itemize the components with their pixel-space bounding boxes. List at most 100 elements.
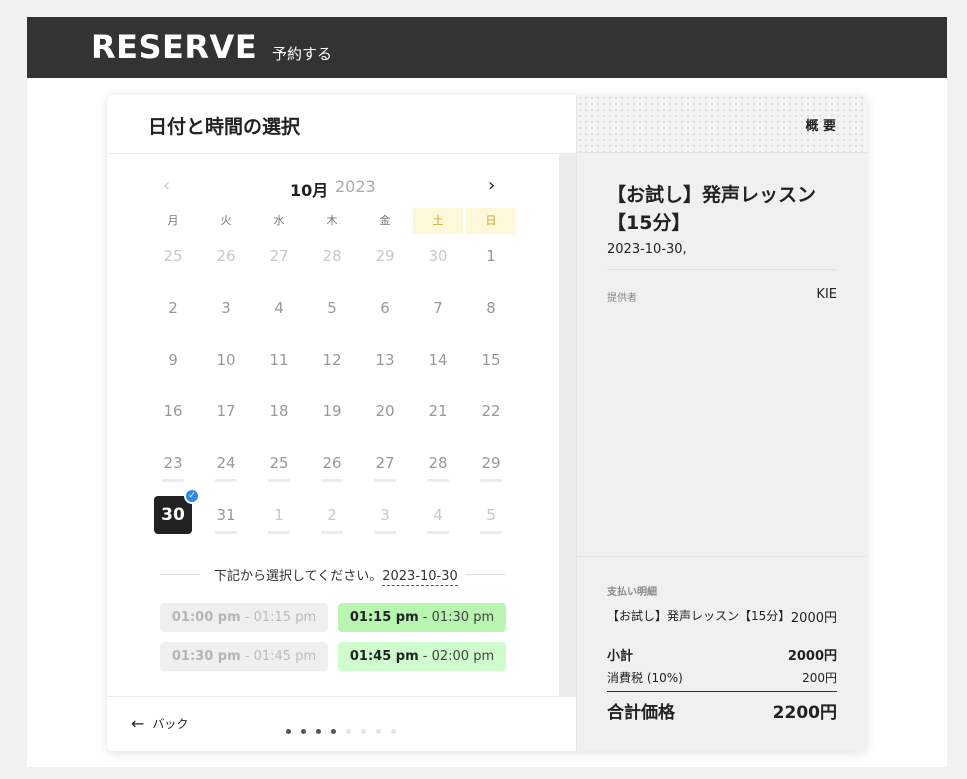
calendar-day[interactable]: 19 xyxy=(313,392,351,430)
calendar-day[interactable]: 23 xyxy=(154,444,192,482)
step-progress xyxy=(286,719,406,738)
calendar-day[interactable]: 28 xyxy=(419,444,457,482)
calendar-day[interactable]: 5 xyxy=(313,289,351,327)
calendar-day[interactable]: 1 xyxy=(260,496,298,534)
selected-date: 2023-10-30 xyxy=(382,569,458,586)
calendar-day[interactable]: 28 xyxy=(313,237,351,275)
calendar-day[interactable]: 25 xyxy=(260,444,298,482)
time-slot-start: 01:15 pm xyxy=(349,610,419,625)
time-slot[interactable]: 01:15 pm - 01:30 pm xyxy=(338,603,506,632)
time-slot-end: 01:30 pm xyxy=(431,610,495,625)
progress-dot xyxy=(346,729,351,734)
time-slot-disabled[interactable]: 01:30 pm - 01:45 pm xyxy=(160,642,328,671)
progress-dot xyxy=(376,729,381,734)
calendar-day[interactable]: 12 xyxy=(313,341,351,379)
calendar-day[interactable]: 20 xyxy=(366,392,404,430)
calendar-day[interactable]: 27 xyxy=(366,444,404,482)
time-slot-end: 01:45 pm xyxy=(253,649,317,664)
total-label: 合計価格 xyxy=(607,703,675,723)
calendar-day[interactable]: 24 xyxy=(207,444,245,482)
back-label: バック xyxy=(152,717,189,731)
calendar-day[interactable]: 11 xyxy=(260,341,298,379)
calendar-day[interactable]: 29 xyxy=(366,237,404,275)
chevron-left-icon[interactable]: ‹ xyxy=(163,175,170,196)
calendar-year: 2023 xyxy=(335,177,376,196)
calendar-day[interactable]: 22 xyxy=(472,392,510,430)
calendar-day[interactable]: 5 xyxy=(472,496,510,534)
back-button[interactable]: ← バック xyxy=(131,713,189,733)
calendar-day[interactable]: 15 xyxy=(472,341,510,379)
tax-value: 200円 xyxy=(802,671,837,685)
calendar-day[interactable]: 10 xyxy=(207,341,245,379)
product-title: 【お試し】発声レッスン【15分】 xyxy=(607,184,817,234)
weekday-label: 日 xyxy=(466,208,516,234)
calendar-day[interactable]: 25 xyxy=(154,237,192,275)
calendar-day[interactable]: 3 xyxy=(366,496,404,534)
nav-reserve-link[interactable]: 予約する xyxy=(272,43,332,64)
divider xyxy=(465,574,505,575)
calendar-day[interactable]: 16 xyxy=(154,392,192,430)
calendar-day[interactable]: 3 xyxy=(207,289,245,327)
logo[interactable]: RESERVE xyxy=(91,28,257,66)
weekday-label: 木 xyxy=(326,214,338,227)
calendar-day[interactable]: 26 xyxy=(207,237,245,275)
weekday-label: 金 xyxy=(379,214,391,227)
scrollbar[interactable] xyxy=(559,154,576,696)
divider xyxy=(107,153,576,154)
calendar-day[interactable]: 9 xyxy=(154,341,192,379)
summary-label: 概 要 xyxy=(805,119,836,134)
calendar-day[interactable]: 4 xyxy=(419,496,457,534)
time-slot[interactable]: 01:45 pm - 02:00 pm xyxy=(338,642,506,671)
calendar-day-selected[interactable]: 30 ✓ xyxy=(154,488,200,534)
calendar-day[interactable]: 27 xyxy=(260,237,298,275)
calendar-day[interactable]: 13 xyxy=(366,341,404,379)
progress-dot xyxy=(361,729,366,734)
select-prompt-text: 下記から選択してください。 xyxy=(214,569,383,584)
calendar-month: 10月 xyxy=(290,181,329,200)
top-bar: RESERVE 予約する xyxy=(27,17,947,78)
calendar-day[interactable]: 4 xyxy=(260,289,298,327)
time-slot-end: 01:15 pm xyxy=(253,610,317,625)
subtotal-label: 小計 xyxy=(607,649,634,664)
time-slot-separator: - xyxy=(418,649,432,664)
chevron-right-icon[interactable]: › xyxy=(488,175,495,196)
calendar-day[interactable]: 6 xyxy=(366,289,404,327)
calendar-day[interactable]: 1 xyxy=(472,237,510,275)
arrow-left-icon: ← xyxy=(131,714,145,733)
divider xyxy=(160,574,200,575)
calendar-day[interactable]: 14 xyxy=(419,341,457,379)
summary-panel: 概 要 【お試し】発声レッスン【15分】 2023-10-30, 提供者 KIE… xyxy=(576,95,867,751)
progress-dot xyxy=(331,729,336,734)
calendar-day[interactable]: 26 xyxy=(313,444,351,482)
progress-dot xyxy=(301,729,306,734)
payment-label: 支払い明細 xyxy=(607,587,657,598)
weekday-label: 火 xyxy=(220,214,232,227)
time-slot-start: 01:00 pm xyxy=(171,610,241,625)
calendar-day[interactable]: 2 xyxy=(154,289,192,327)
total-value: 2200円 xyxy=(772,703,837,723)
calendar-day[interactable]: 2 xyxy=(313,496,351,534)
payment-item-price: 2000円 xyxy=(790,611,837,626)
progress-dot xyxy=(391,729,396,734)
calendar-day[interactable]: 7 xyxy=(419,289,457,327)
check-icon: ✓ xyxy=(184,488,200,504)
subtotal-value: 2000円 xyxy=(787,649,837,664)
time-slot-end: 02:00 pm xyxy=(431,649,495,664)
provider-value: KIE xyxy=(816,287,837,302)
calendar-day[interactable]: 30 xyxy=(419,237,457,275)
time-slot-disabled[interactable]: 01:00 pm - 01:15 pm xyxy=(160,603,328,632)
summary-header: 概 要 xyxy=(577,95,867,153)
calendar-day[interactable]: 21 xyxy=(419,392,457,430)
calendar-day[interactable]: 8 xyxy=(472,289,510,327)
calendar-day[interactable]: 31 xyxy=(207,496,245,534)
product-date: 2023-10-30, xyxy=(607,242,687,257)
tax-label: 消費税 (10%) xyxy=(607,671,683,685)
time-slot-separator: - xyxy=(418,610,432,625)
calendar-day[interactable]: 18 xyxy=(260,392,298,430)
page-frame: RESERVE 予約する 日付と時間の選択 ‹ 10月 2023 › 月火水木金… xyxy=(27,17,947,767)
calendar-day[interactable]: 17 xyxy=(207,392,245,430)
divider xyxy=(607,269,837,270)
calendar-day[interactable]: 29 xyxy=(472,444,510,482)
divider xyxy=(107,696,576,697)
date-time-picker: 日付と時間の選択 ‹ 10月 2023 › 月火水木金土日 25 26 27 28 29… xyxy=(107,95,576,751)
